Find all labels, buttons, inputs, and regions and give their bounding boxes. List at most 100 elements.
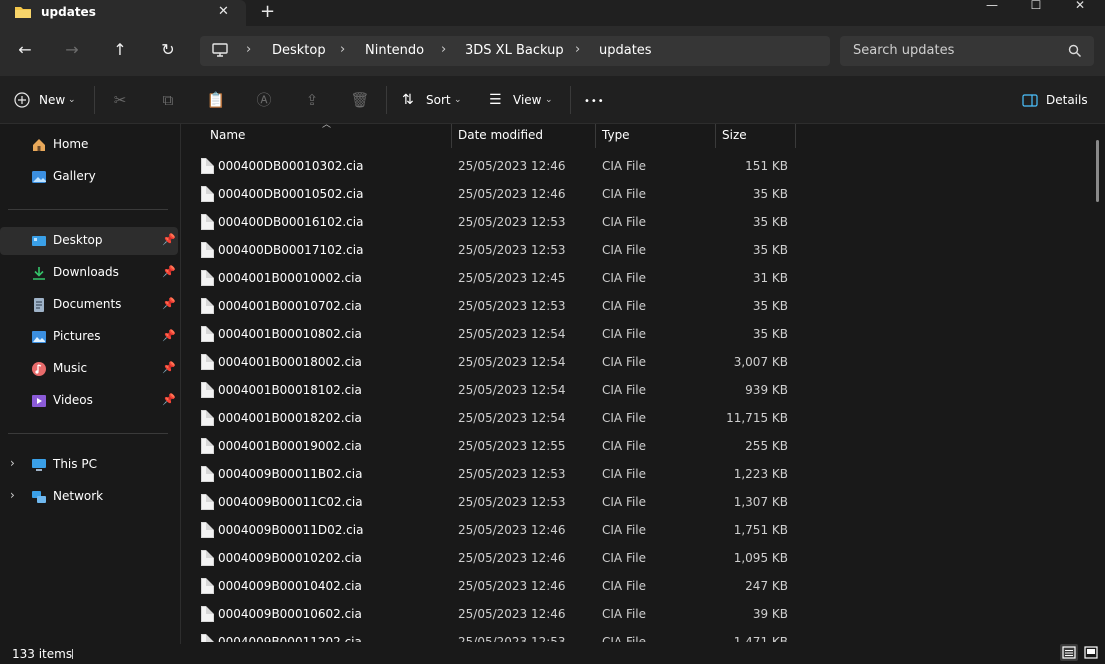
file-type: CIA File — [602, 159, 647, 173]
sidebar-item-this-pc[interactable]: › This PC — [0, 451, 178, 479]
column-header-date[interactable]: Date modified — [458, 128, 594, 148]
forward-arrow-icon: → — [65, 40, 79, 59]
file-type: CIA File — [602, 579, 647, 593]
table-row[interactable]: 000400DB00017102.cia 25/05/2023 12:53 CIA … — [182, 236, 1082, 264]
new-tab-button[interactable]: + — [260, 1, 275, 22]
table-row[interactable]: 0004001B00010702.cia 25/05/2023 12:53 CIA … — [182, 292, 1082, 320]
sidebar-item-documents[interactable]: Documents 📌 — [0, 291, 178, 319]
table-row[interactable]: 0004009B00010202.cia 25/05/2023 12:46 CIA … — [182, 544, 1082, 572]
table-row[interactable]: 0004009B00010602.cia 25/05/2023 12:46 CIA … — [182, 600, 1082, 628]
navigation-pane: Home Gallery Desktop 📌 Downloads 📌 Docum… — [0, 124, 181, 644]
more-options-button[interactable]: ••• — [584, 88, 606, 112]
file-type: CIA File — [602, 551, 647, 565]
table-row[interactable]: 000400DB00010502.cia 25/05/2023 12:46 CIA … — [182, 180, 1082, 208]
file-size: 247 KB — [745, 579, 788, 593]
forward-button[interactable]: → — [60, 38, 84, 62]
column-divider[interactable] — [451, 124, 452, 148]
file-type: CIA File — [602, 243, 647, 257]
minimize-button[interactable]: — — [970, 0, 1014, 26]
rename-button[interactable]: Ⓐ — [252, 88, 276, 112]
vertical-scrollbar[interactable] — [1096, 140, 1099, 202]
file-date-modified: 25/05/2023 12:46 — [458, 579, 566, 593]
folder-icon — [15, 7, 31, 18]
up-button[interactable]: ↑ — [108, 38, 132, 62]
address-bar[interactable]: › Desktop › Nintendo › 3DS XL Backup › u… — [200, 36, 830, 66]
toolbar-divider — [570, 86, 571, 114]
sidebar-item-network[interactable]: › Network — [0, 483, 178, 511]
table-row[interactable]: 0004009B00011D02.cia 25/05/2023 12:46 CIA … — [182, 516, 1082, 544]
column-header-name[interactable]: Name — [210, 128, 450, 148]
breadcrumb-chevron-icon: › — [575, 42, 581, 57]
maximize-button[interactable]: ☐ — [1014, 0, 1058, 26]
search-placeholder: Search updates — [853, 43, 955, 58]
refresh-button[interactable]: ↻ — [156, 38, 180, 62]
file-size: 35 KB — [752, 187, 788, 201]
file-size: 39 KB — [752, 607, 788, 621]
sidebar-item-pictures[interactable]: Pictures 📌 — [0, 323, 178, 351]
file-size: 1,223 KB — [733, 467, 788, 481]
table-row[interactable]: 0004009B00010402.cia 25/05/2023 12:46 CIA … — [182, 572, 1082, 600]
chevron-right-icon[interactable]: › — [10, 488, 15, 502]
large-icons-view-button[interactable] — [1082, 644, 1100, 661]
sidebar-item-music[interactable]: Music 📌 — [0, 355, 178, 383]
file-icon — [201, 438, 214, 454]
file-size: 35 KB — [752, 215, 788, 229]
file-name: 0004009B00010402.cia — [218, 579, 362, 593]
file-size: 35 KB — [752, 243, 788, 257]
column-header-label: Size — [722, 128, 747, 142]
delete-button[interactable]: 🗑 — [348, 88, 372, 112]
column-header-type[interactable]: Type — [602, 128, 714, 148]
column-divider[interactable] — [715, 124, 716, 148]
cut-button[interactable]: ✂ — [108, 88, 132, 112]
view-button[interactable]: ☰ View ⌄ — [489, 88, 557, 112]
chevron-right-icon[interactable]: › — [10, 456, 15, 470]
pin-icon: 📌 — [162, 393, 176, 406]
sort-button[interactable]: ⇅ Sort ⌄ — [402, 88, 466, 112]
status-bar: 133 items — [0, 644, 1105, 663]
file-size: 35 KB — [752, 327, 788, 341]
details-button[interactable]: Details — [1022, 88, 1088, 112]
sidebar-item-home[interactable]: Home — [0, 131, 178, 159]
table-row[interactable]: 0004001B00019002.cia 25/05/2023 12:55 CIA … — [182, 432, 1082, 460]
file-icon — [201, 522, 214, 538]
tab-updates[interactable]: updates ✕ — [0, 0, 246, 26]
file-date-modified: 25/05/2023 12:54 — [458, 383, 566, 397]
table-row[interactable]: 0004009B00011C02.cia 25/05/2023 12:53 CIA … — [182, 488, 1082, 516]
breadcrumb-3ds-xl-backup[interactable]: 3DS XL Backup — [465, 43, 564, 58]
table-row[interactable]: 000400DB00016102.cia 25/05/2023 12:53 CIA … — [182, 208, 1082, 236]
table-row[interactable]: 000400DB00010302.cia 25/05/2023 12:46 CIA … — [182, 152, 1082, 180]
table-row[interactable]: 0004001B00018102.cia 25/05/2023 12:54 CIA … — [182, 376, 1082, 404]
paste-button[interactable]: 📋 — [204, 88, 228, 112]
breadcrumb-desktop[interactable]: Desktop — [272, 43, 326, 58]
breadcrumb-nintendo[interactable]: Nintendo — [365, 43, 424, 58]
sidebar-item-videos[interactable]: Videos 📌 — [0, 387, 178, 415]
share-button[interactable]: ⇪ — [300, 88, 324, 112]
details-view-button[interactable] — [1060, 644, 1078, 661]
table-row[interactable]: 0004001B00018002.cia 25/05/2023 12:54 CIA … — [182, 348, 1082, 376]
breadcrumb-updates[interactable]: updates — [599, 43, 652, 58]
back-button[interactable]: ← — [13, 38, 37, 62]
column-divider[interactable] — [795, 124, 796, 148]
sidebar-item-label: Downloads — [53, 265, 119, 279]
copy-button[interactable]: ⧉ — [156, 88, 180, 112]
column-divider[interactable] — [595, 124, 596, 148]
table-row[interactable]: 0004001B00010002.cia 25/05/2023 12:45 CIA … — [182, 264, 1082, 292]
column-header-size[interactable]: Size — [722, 128, 794, 148]
sidebar-item-downloads[interactable]: Downloads 📌 — [0, 259, 178, 287]
table-row[interactable]: 0004001B00010802.cia 25/05/2023 12:54 CIA … — [182, 320, 1082, 348]
file-type: CIA File — [602, 439, 647, 453]
new-button[interactable]: New ⌄ — [14, 88, 80, 112]
sidebar-item-gallery[interactable]: Gallery — [0, 163, 178, 191]
table-row[interactable]: 0004001B00018202.cia 25/05/2023 12:54 CIA … — [182, 404, 1082, 432]
table-row[interactable]: 0004009B00011B02.cia 25/05/2023 12:53 CIA … — [182, 460, 1082, 488]
search-box[interactable]: Search updates — [840, 36, 1094, 66]
tab-close-icon[interactable]: ✕ — [218, 4, 229, 19]
download-icon — [33, 267, 45, 280]
close-button[interactable]: ✕ — [1058, 0, 1102, 26]
file-icon — [201, 214, 214, 230]
sidebar-divider — [8, 209, 168, 210]
sidebar-item-label: Desktop — [53, 233, 103, 247]
table-row[interactable]: 0004009B00011202.cia 25/05/2023 12:53 CIA … — [182, 628, 1082, 642]
sidebar-item-desktop[interactable]: Desktop 📌 — [0, 227, 178, 255]
file-date-modified: 25/05/2023 12:53 — [458, 495, 566, 509]
